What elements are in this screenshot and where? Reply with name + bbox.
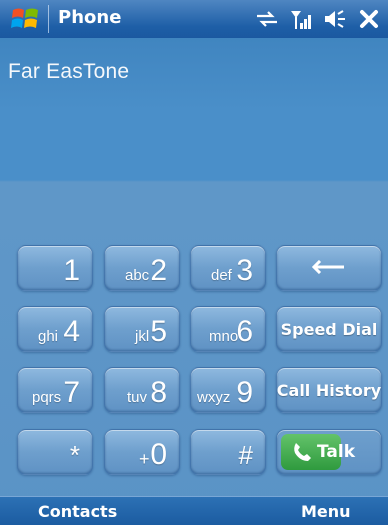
- key-digit: 9: [236, 376, 253, 409]
- key-8[interactable]: tuv 8: [104, 367, 180, 413]
- key-star[interactable]: *: [17, 429, 93, 475]
- backspace-arrow-icon: [312, 260, 344, 274]
- key-1[interactable]: 1: [17, 245, 93, 291]
- key-digit: 3: [236, 254, 253, 287]
- phone-icon: [294, 443, 311, 461]
- key-letters: def: [211, 267, 232, 284]
- menu-softkey[interactable]: Menu: [301, 497, 351, 525]
- key-letters: abc: [125, 267, 150, 284]
- key-letters: pqrs: [32, 389, 62, 406]
- key-hash[interactable]: #: [190, 429, 266, 475]
- key-digit: 6: [236, 315, 253, 348]
- key-letters: ghi: [38, 328, 59, 345]
- key-digit: 5: [150, 315, 167, 348]
- softkey-bar: Contacts Menu: [0, 496, 388, 525]
- key-6[interactable]: mno 6: [190, 306, 266, 352]
- key-digit: 4: [63, 315, 80, 348]
- call-history-label: Call History: [276, 380, 382, 400]
- key-3[interactable]: def 3: [190, 245, 266, 291]
- key-5[interactable]: jkl 5: [104, 306, 180, 352]
- talk-button[interactable]: Talk: [276, 429, 382, 475]
- key-plus: +: [139, 449, 150, 469]
- call-history-button[interactable]: Call History: [276, 367, 382, 413]
- key-letters: jkl: [135, 328, 150, 345]
- dial-keypad: 1 abc 2 def 3 ghi 4 jkl 5 mno 6 Speed Di…: [0, 0, 388, 525]
- contacts-softkey[interactable]: Contacts: [38, 497, 117, 525]
- key-digit: 1: [63, 254, 80, 287]
- talk-label: Talk: [317, 442, 356, 462]
- key-9[interactable]: wxyz 9: [190, 367, 266, 413]
- phone-screen: Phone Far EasTone 1 abc 2 def 3 ghi 4 jk…: [0, 0, 388, 525]
- key-4[interactable]: ghi 4: [17, 306, 93, 352]
- key-letters: wxyz: [197, 389, 231, 406]
- speed-dial-label: Speed Dial: [280, 319, 378, 339]
- key-digit: *: [69, 440, 80, 470]
- key-digit: 7: [63, 376, 80, 409]
- key-2[interactable]: abc 2: [104, 245, 180, 291]
- key-digit: 0: [150, 438, 167, 471]
- key-digit: 2: [150, 254, 167, 287]
- speed-dial-button[interactable]: Speed Dial: [276, 306, 382, 352]
- key-digit: #: [238, 440, 253, 470]
- key-7[interactable]: pqrs 7: [17, 367, 93, 413]
- key-0[interactable]: + 0: [104, 429, 180, 475]
- key-digit: 8: [150, 376, 167, 409]
- key-letters: mno: [209, 328, 239, 345]
- key-letters: tuv: [127, 389, 148, 406]
- backspace-button[interactable]: [276, 245, 382, 291]
